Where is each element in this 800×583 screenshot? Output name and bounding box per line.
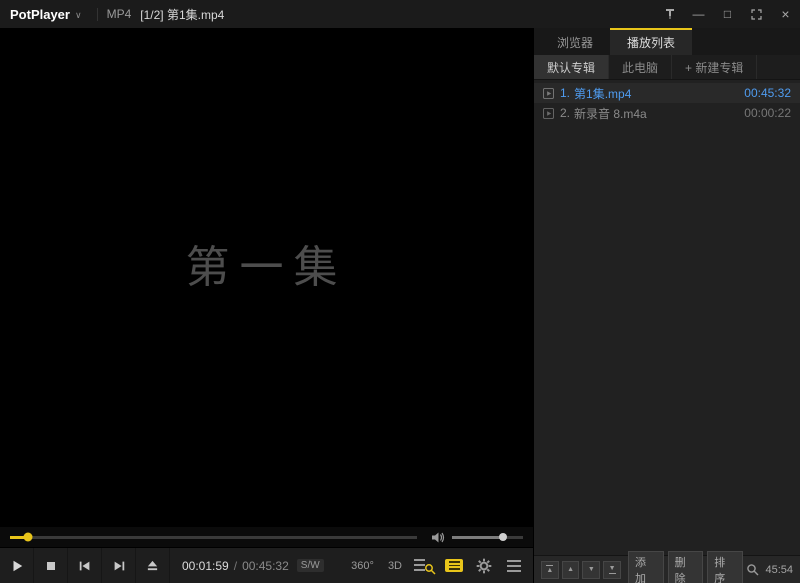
album-tab-new[interactable]: + 新建专辑 [672,55,757,79]
play-icon [10,559,24,573]
video-surface[interactable]: 第一集 [0,28,533,527]
next-icon [112,560,126,572]
pin-icon [664,8,676,20]
current-time: 00:01:59 [182,559,229,573]
volume-slider[interactable] [452,536,523,539]
main-area: 第一集 [0,28,800,583]
previous-button[interactable] [68,548,102,583]
sidebar-tabs: 浏览器 播放列表 [534,28,800,55]
control-bar-right: 360° 3D [344,548,533,583]
playlist-item-index: 1. [560,86,570,100]
eject-icon [146,559,159,572]
add-button[interactable]: 添加 [628,551,664,583]
video-overlay-title: 第一集 [186,231,348,295]
maximize-icon: □ [724,7,731,21]
volume-thumb[interactable] [499,533,507,541]
album-tab-default[interactable]: 默认专辑 [534,55,609,79]
move-up-button[interactable]: ▲ [562,561,580,579]
playlist-search-button[interactable] [743,560,763,580]
main-menu-button[interactable] [499,548,529,583]
sort-button[interactable]: 排序 [707,551,743,583]
player-column: 第一集 [0,28,533,583]
album-tabs: 默认专辑 此电脑 + 新建专辑 [534,55,800,80]
decoder-badge: S/W [297,559,324,572]
play-button[interactable] [0,548,34,583]
playlist-panel-icon [445,559,463,572]
fullscreen-icon [751,9,762,20]
stop-icon [45,560,57,572]
tab-browser[interactable]: 浏览器 [540,28,610,55]
playlist-total-time: 45:54 [765,564,793,576]
seek-row [0,527,533,547]
titlebar-divider [97,8,98,21]
app-menu-button[interactable]: PotPlayer [10,7,70,22]
volume-fill [452,536,503,539]
close-icon: × [781,6,789,22]
move-top-icon: ▲ [546,565,553,574]
move-down-icon: ▼ [588,566,595,573]
playlist-item-index: 2. [560,106,570,120]
move-up-icon: ▲ [567,566,574,573]
minimize-button[interactable]: — [684,0,713,28]
playlist-item[interactable]: 2. 新录音 8.m4a 00:00:22 [534,103,800,123]
playlist-item-duration: 00:45:32 [744,86,791,100]
gear-icon [476,558,492,574]
open-file-button[interactable] [136,548,170,583]
playlist-sidebar: 浏览器 播放列表 默认专辑 此电脑 + 新建专辑 1. 第1集.mp4 00:4… [533,28,800,583]
album-tab-this-pc[interactable]: 此电脑 [609,55,672,79]
playlist-item-name: 新录音 8.m4a [574,105,736,122]
scene-search-icon [414,558,434,573]
window-controls: — □ × [655,0,800,28]
maximize-button[interactable]: □ [713,0,742,28]
move-down-button[interactable]: ▼ [582,561,600,579]
search-icon [746,563,759,576]
tab-playlist[interactable]: 播放列表 [610,28,692,55]
seek-bar[interactable] [10,536,417,539]
window-title: [1/2] 第1集.mp4 [140,6,224,23]
previous-icon [78,560,92,572]
playlist-footer: ▲ ▲ ▼ ▼ 添加 删除 排序 45:54 [534,555,800,583]
media-file-icon [543,88,554,99]
titlebar: PotPlayer ∨ MP4 [1/2] 第1集.mp4 — □ [0,0,800,28]
close-button[interactable]: × [771,0,800,28]
playlist-item[interactable]: 1. 第1集.mp4 00:45:32 [534,83,800,103]
next-button[interactable] [102,548,136,583]
playlist-item-duration: 00:00:22 [744,106,791,120]
media-file-icon [543,108,554,119]
chevron-down-icon[interactable]: ∨ [75,10,82,21]
playlist-panel-toggle[interactable] [439,548,469,583]
volume-control [431,531,523,544]
preferences-button[interactable] [469,548,499,583]
move-bottom-icon: ▼ [609,565,616,574]
magnifier-icon [424,563,436,575]
speaker-icon[interactable] [431,531,445,544]
fullscreen-button[interactable] [742,0,771,28]
stop-button[interactable] [34,548,68,583]
time-display[interactable]: 00:01:59 / 00:45:32 S/W [182,559,324,573]
format-badge: MP4 [107,7,132,21]
move-bottom-button[interactable]: ▼ [603,561,621,579]
minimize-icon: — [693,7,705,21]
playlist-item-name: 第1集.mp4 [574,85,736,102]
time-separator: / [234,559,237,573]
playlist: 1. 第1集.mp4 00:45:32 2. 新录音 8.m4a 00:00:2… [534,80,800,555]
move-top-button[interactable]: ▲ [541,561,559,579]
potplayer-window: PotPlayer ∨ MP4 [1/2] 第1集.mp4 — □ [0,0,800,583]
menu-icon [507,560,521,572]
control-bar: 00:01:59 / 00:45:32 S/W 360° 3D [0,547,533,583]
always-on-top-button[interactable] [655,0,684,28]
scene-browser-button[interactable] [409,548,439,583]
total-time: 00:45:32 [242,559,289,573]
view-3d-button[interactable]: 3D [381,548,409,583]
delete-button[interactable]: 删除 [668,551,704,583]
seek-thumb[interactable] [23,533,32,542]
vr-360-button[interactable]: 360° [344,548,381,583]
